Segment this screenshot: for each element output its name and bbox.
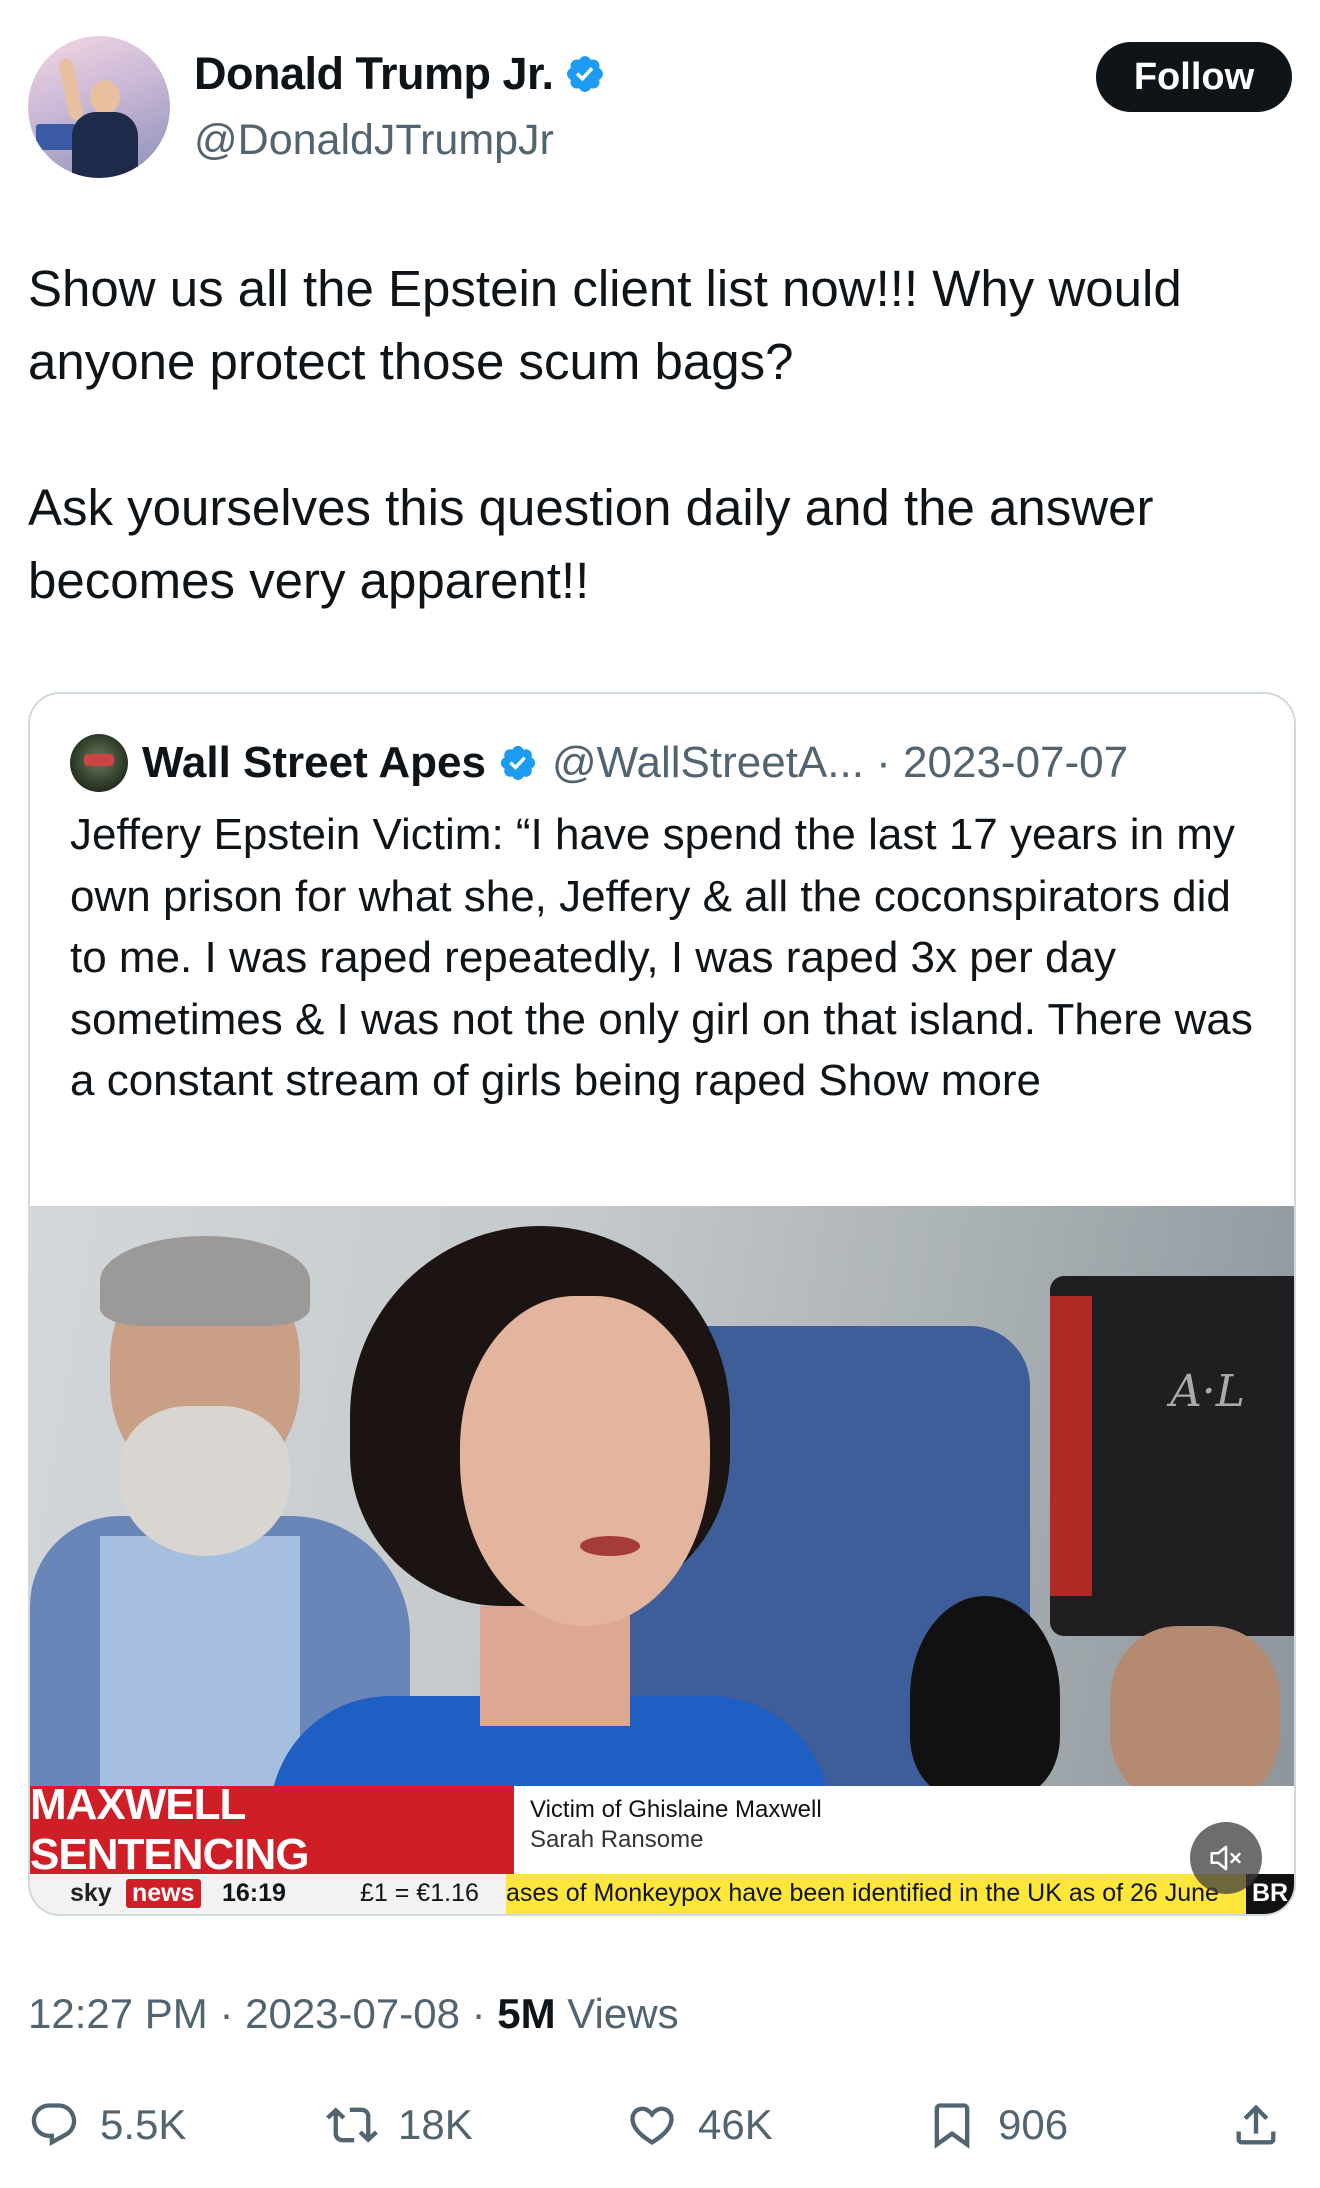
quoted-text: Jeffery Epstein Victim: “I have spend th… <box>70 804 1260 1112</box>
like-count: 46K <box>698 2101 773 2148</box>
tweet-meta: 12:27 PM · 2023-07-08 · 5M Views <box>28 1990 679 2038</box>
author-name-row: Donald Trump Jr. <box>194 48 606 100</box>
author-avatar[interactable] <box>28 36 170 178</box>
quoted-handle-date: @WallStreetA... · 2023-07-07 <box>551 738 1129 787</box>
author-handle[interactable]: @DonaldJTrumpJr <box>194 116 554 165</box>
ticker-time: 16:19 <box>222 1879 286 1907</box>
repost-icon <box>326 2107 378 2143</box>
tweet-paragraph: Show us all the Epstein client list now!… <box>28 260 1182 390</box>
muted-speaker-icon <box>1210 1845 1241 1871</box>
avatar-arm <box>57 57 85 121</box>
reply-count: 5.5K <box>100 2101 187 2148</box>
quoted-body: Jeffery Epstein Victim: “I have spend th… <box>70 810 1253 1105</box>
video-player[interactable]: A·L MAXWELL SENTENCING Victim of Ghislai… <box>30 1206 1294 1914</box>
ticker-brand-news: news <box>126 1879 201 1908</box>
share-icon <box>1236 2104 1276 2145</box>
avatar-body <box>72 112 138 178</box>
like-button[interactable]: 46K <box>626 2090 773 2160</box>
action-bar: 5.5K 18K 46K 906 <box>28 2090 1292 2160</box>
avatar-sign <box>36 124 76 150</box>
quoted-author-name[interactable]: Wall Street Apes <box>142 738 486 788</box>
tweet-text: Show us all the Epstein client list now!… <box>28 252 1292 617</box>
tweet-header: Donald Trump Jr. @DonaldJTrumpJr Follow <box>28 36 1292 186</box>
caption-title: Victim of Ghislaine Maxwell <box>530 1796 822 1823</box>
repost-button[interactable]: 18K <box>326 2090 473 2160</box>
share-button[interactable] <box>1230 2090 1282 2160</box>
heart-icon <box>630 2106 674 2145</box>
author-name[interactable]: Donald Trump Jr. <box>194 48 554 100</box>
follow-button[interactable]: Follow <box>1096 42 1292 112</box>
video-woman <box>270 1226 830 1876</box>
video-camera: A·L <box>1050 1276 1294 1636</box>
verified-badge-icon <box>566 56 603 92</box>
tweet-paragraph: Ask yourselves this question daily and t… <box>28 479 1154 609</box>
mute-button[interactable] <box>1190 1822 1262 1894</box>
repost-count: 18K <box>398 2101 473 2148</box>
reply-icon <box>31 2103 77 2147</box>
tweet-timestamp[interactable]: 12:27 PM · 2023-07-08 · <box>28 1990 497 2037</box>
camera-logo: A·L <box>1170 1366 1245 1417</box>
video-microphone <box>910 1596 1060 1796</box>
video-hand <box>1110 1626 1280 1806</box>
caption-name: Sarah Ransome <box>530 1826 704 1853</box>
avatar-head <box>90 80 120 114</box>
show-more-link[interactable]: Show more <box>818 1056 1041 1105</box>
bookmark-button[interactable]: 906 <box>926 2090 1068 2160</box>
views-count: 5M <box>497 1990 556 2037</box>
quoted-tweet[interactable]: Wall Street Apes @WallStreetA... · 2023-… <box>28 692 1296 1916</box>
ticker-fx: £1 = €1.16 <box>360 1879 479 1907</box>
news-ticker: sky news 16:19 £1 = €1.16 ases of Monkey… <box>30 1874 1294 1914</box>
quoted-avatar[interactable] <box>70 734 128 792</box>
verified-badge-icon <box>500 745 536 781</box>
views-label: Views <box>555 1990 679 2037</box>
reply-button[interactable]: 5.5K <box>28 2090 186 2160</box>
bookmark-icon <box>934 2103 970 2149</box>
ticker-brand: sky <box>70 1879 112 1907</box>
ticker-scroll: ases of Monkeypox have been identified i… <box>506 1874 1246 1914</box>
news-headline: MAXWELL SENTENCING <box>30 1780 514 1879</box>
quoted-header: Wall Street Apes @WallStreetA... · 2023-… <box>70 734 1128 792</box>
bookmark-count: 906 <box>998 2101 1069 2148</box>
news-lower-third: MAXWELL SENTENCING Victim of Ghislaine M… <box>30 1780 1294 1879</box>
